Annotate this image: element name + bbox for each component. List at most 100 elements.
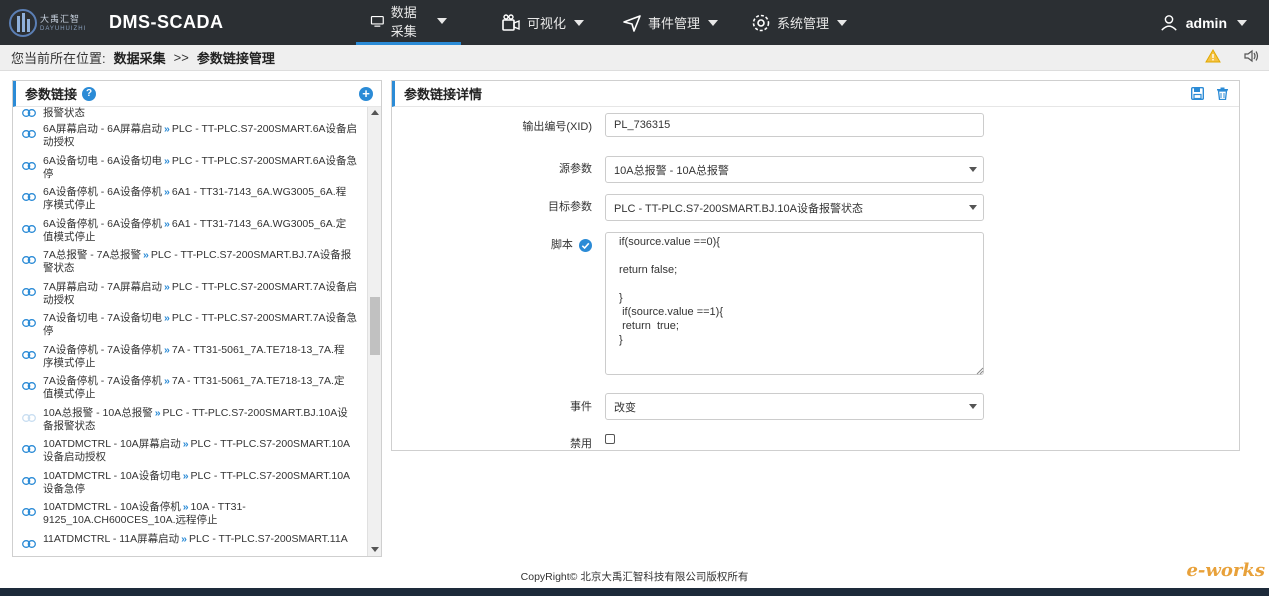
list-item[interactable]: 10ATDMCTRL - 10A屏幕启动» PLC - TT-PLC.S7-200… bbox=[13, 436, 369, 468]
link-icon bbox=[22, 130, 36, 138]
list-item-source: 10A总报警 - 10A总报警 bbox=[43, 406, 153, 419]
scroll-down-icon[interactable] bbox=[371, 547, 379, 552]
breadcrumb-level1[interactable]: 数据采集 bbox=[114, 48, 166, 67]
list-item-target: PLC - TT-PLC.S7-200SMART.10A bbox=[190, 438, 351, 450]
event-select-value: 改变 bbox=[614, 401, 636, 414]
param-link-detail-panel: 参数链接详情 输出编号(XID) PL_736315 源参数 10A总报警 - … bbox=[391, 80, 1240, 451]
list-item-target: PLC - TT-PLC.S7-200SMART.6A设备急 bbox=[171, 154, 358, 167]
detail-toolbar bbox=[1191, 87, 1229, 100]
double-chevron-right-icon: » bbox=[182, 501, 189, 513]
link-icon bbox=[22, 224, 36, 233]
double-chevron-right-icon: » bbox=[164, 154, 170, 167]
list-item-source: 7A屏幕启动 - 7A屏幕启动 bbox=[43, 280, 163, 293]
breadcrumb: 您当前所在位置: 数据采集 >> 参数链接管理 bbox=[0, 45, 1269, 71]
double-chevron-right-icon: » bbox=[164, 217, 170, 230]
watermark-logo: e-works bbox=[1186, 560, 1265, 581]
list-item[interactable]: 7A总报警 - 7A总报警» PLC - TT-PLC.S7-200SMART.B… bbox=[13, 247, 369, 279]
chevron-down-icon bbox=[837, 19, 848, 26]
nav-label: 数据采集 bbox=[390, 5, 417, 39]
list-item[interactable]: 6A设备停机 - 6A设备停机» 6A1 - TT31-7143_6A.WG300… bbox=[13, 184, 369, 216]
delete-icon[interactable] bbox=[1216, 87, 1229, 100]
add-link-button[interactable]: + bbox=[359, 87, 373, 101]
breadcrumb-level2: 参数链接管理 bbox=[196, 51, 275, 66]
scroll-thumb[interactable] bbox=[370, 297, 380, 355]
check-icon[interactable] bbox=[579, 238, 592, 252]
double-chevron-right-icon: » bbox=[182, 469, 189, 482]
list-item[interactable]: 7A设备切电 - 7A设备切电» PLC - TT-PLC.S7-200SMART… bbox=[13, 310, 369, 342]
list-item[interactable]: 7A设备停机 - 7A设备停机» 7A - TT31-5061_7A.TE718-… bbox=[13, 373, 369, 405]
monitor-icon bbox=[370, 15, 384, 27]
nav-label: 事件管理 bbox=[648, 16, 701, 31]
chevron-down-icon bbox=[969, 205, 977, 210]
list-item-source: 6A设备停机 - 6A设备停机 bbox=[43, 186, 163, 198]
xid-input[interactable]: PL_736315 bbox=[605, 113, 984, 137]
disabled-label: 禁用 bbox=[570, 438, 592, 450]
target-label: 目标参数 bbox=[548, 201, 592, 213]
double-chevron-right-icon: » bbox=[164, 186, 170, 198]
double-chevron-right-icon: » bbox=[164, 123, 170, 135]
link-icon bbox=[22, 382, 36, 390]
double-chevron-right-icon: » bbox=[164, 375, 170, 387]
list-item[interactable]: 报警状态 bbox=[13, 107, 369, 121]
list-item[interactable]: 7A设备停机 - 7A设备停机» 7A - TT31-5061_7A.TE718-… bbox=[13, 342, 369, 374]
speaker-icon[interactable] bbox=[1243, 49, 1259, 63]
list-item[interactable]: 7A屏幕启动 - 7A屏幕启动» PLC - TT-PLC.S7-200SMART… bbox=[13, 279, 369, 311]
source-select[interactable]: 10A总报警 - 10A总报警 bbox=[605, 156, 984, 183]
nav-visualization[interactable]: 可视化 bbox=[487, 0, 598, 45]
list-scrollbar[interactable] bbox=[367, 107, 381, 556]
list-item[interactable]: 10ATDMCTRL - 10A设备停机» 10A - TT31- 9125_10A… bbox=[13, 499, 369, 531]
nav-data-collection[interactable]: 数据采集 bbox=[356, 0, 461, 45]
source-select-value: 10A总报警 - 10A总报警 bbox=[614, 164, 729, 177]
list-item-source: 6A设备切电 - 6A设备切电 bbox=[43, 154, 163, 167]
warning-icon[interactable] bbox=[1205, 49, 1221, 63]
chevron-down-icon bbox=[969, 167, 977, 172]
event-select[interactable]: 改变 bbox=[605, 393, 984, 420]
list-item-tail: 动授权 bbox=[43, 293, 75, 306]
list-item[interactable]: 11ATDMCTRL - 11A屏幕启动» PLC - TT-PLC.S7-200… bbox=[13, 531, 369, 557]
link-icon bbox=[22, 445, 36, 453]
list-item-target: PLC - TT-PLC.S7-200SMART.11A bbox=[188, 532, 348, 545]
script-label-wrap: 脚本 bbox=[392, 236, 592, 252]
param-link-list-panel: 参数链接 ? + 报警状态 6A屏幕启动 - 6A屏幕启动» PLC - TT-P… bbox=[12, 80, 382, 557]
nav-label: 可视化 bbox=[527, 16, 567, 31]
link-list: 报警状态 6A屏幕启动 - 6A屏幕启动» PLC - TT-PLC.S7-200… bbox=[13, 107, 369, 556]
list-item-source: 7A设备停机 - 7A设备停机 bbox=[43, 343, 163, 356]
list-item-source: 7A设备停机 - 7A设备停机 bbox=[43, 375, 163, 387]
double-chevron-right-icon: » bbox=[182, 438, 189, 450]
gear-icon bbox=[752, 14, 770, 31]
list-item-tail: 值模式停止 bbox=[43, 388, 96, 400]
list-item-source: 6A设备停机 - 6A设备停机 bbox=[43, 217, 163, 230]
target-select[interactable]: PLC - TT-PLC.S7-200SMART.BJ.10A设备报警状态 bbox=[605, 194, 984, 221]
list-item-target: 10A - TT31- bbox=[190, 501, 246, 513]
resize-grip-icon[interactable] bbox=[976, 367, 984, 375]
panel-header: 参数链接详情 bbox=[392, 81, 1239, 107]
list-item-target: 6A1 - TT31-7143_6A.WG3005_6A.程 bbox=[171, 186, 347, 198]
scroll-up-icon[interactable] bbox=[371, 110, 379, 115]
list-item[interactable]: 6A屏幕启动 - 6A屏幕启动» PLC - TT-PLC.S7-200SMART… bbox=[13, 121, 369, 153]
user-icon bbox=[1161, 14, 1177, 31]
nav-label: 系统管理 bbox=[777, 16, 830, 31]
help-icon[interactable]: ? bbox=[82, 86, 97, 101]
link-icon bbox=[22, 193, 36, 201]
nav-event-management[interactable]: 事件管理 bbox=[608, 0, 732, 45]
disabled-checkbox[interactable] bbox=[605, 434, 615, 444]
user-menu[interactable]: admin bbox=[1160, 0, 1247, 45]
script-textarea[interactable]: if(source.value ==0){ return false; } if… bbox=[605, 232, 984, 375]
list-item[interactable]: 6A设备切电 - 6A设备切电» PLC - TT-PLC.S7-200SMART… bbox=[13, 153, 369, 185]
nav-system-management[interactable]: 系统管理 bbox=[737, 0, 861, 45]
camera-icon bbox=[502, 13, 520, 31]
link-icon bbox=[22, 539, 36, 548]
list-item-source: 7A设备切电 - 7A设备切电 bbox=[43, 312, 163, 324]
list-item-source: 11ATDMCTRL - 11A屏幕启动 bbox=[43, 532, 180, 545]
xid-label: 输出编号(XID) bbox=[522, 121, 592, 133]
list-item[interactable]: 10ATDMCTRL - 10A设备切电» PLC - TT-PLC.S7-200… bbox=[13, 468, 369, 500]
chevron-down-icon bbox=[1237, 19, 1247, 26]
link-icon bbox=[22, 109, 36, 117]
list-item-target: PLC - TT-PLC.S7-200SMART.BJ.7A设备报 bbox=[150, 249, 352, 261]
list-item-target: PLC - TT-PLC.S7-200SMART.10A bbox=[190, 469, 351, 482]
save-icon[interactable] bbox=[1191, 87, 1204, 100]
list-item[interactable]: 6A设备停机 - 6A设备停机» 6A1 - TT31-7143_6A.WG300… bbox=[13, 216, 369, 248]
brand-logo[interactable]: 大禹汇智 DAYUHUIZHI bbox=[8, 6, 98, 40]
list-item[interactable]: 10A总报警 - 10A总报警» PLC - TT-PLC.S7-200SMART… bbox=[13, 405, 369, 437]
link-icon bbox=[22, 319, 36, 327]
